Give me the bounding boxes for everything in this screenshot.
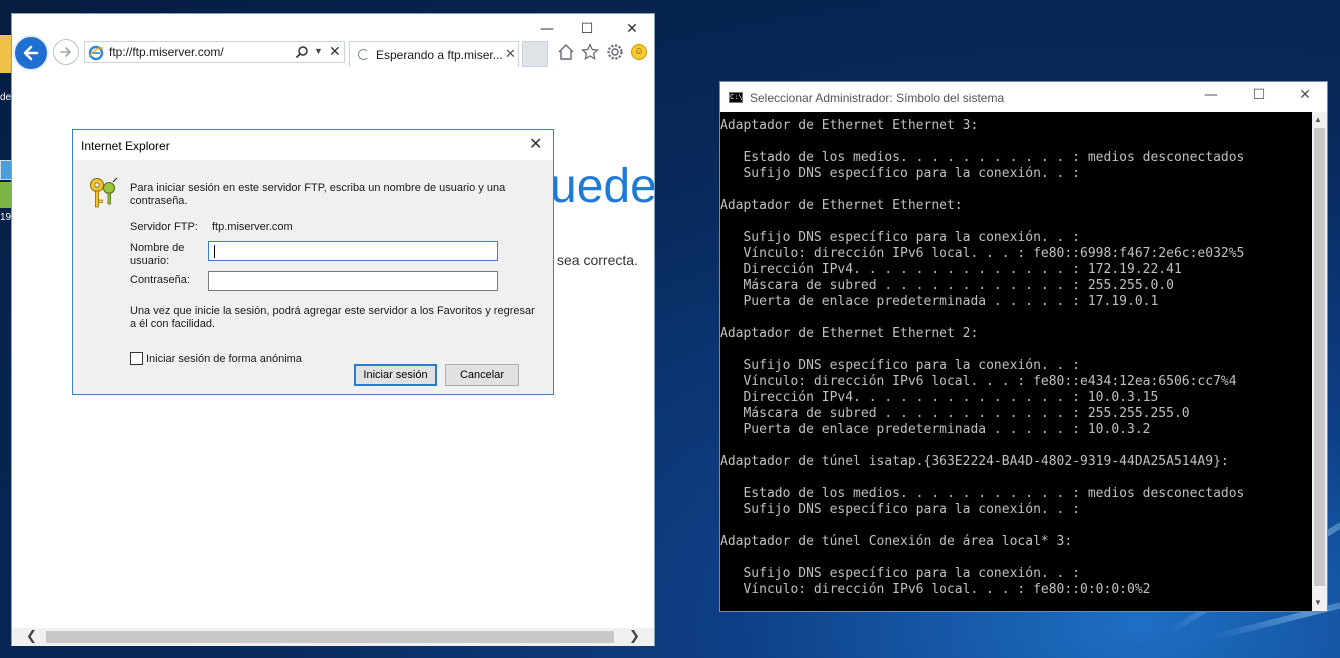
anonymous-login-checkbox[interactable]: [130, 352, 143, 365]
ie-logo-icon: [88, 45, 104, 61]
new-tab-button[interactable]: [522, 41, 548, 67]
settings-gear-icon: [607, 44, 623, 60]
cmd-output-line: Adaptador de túnel isatap.{363E2224-BA4D…: [720, 454, 1229, 469]
cmd-output-line: [720, 182, 1312, 198]
cmd-output-line: [720, 214, 1312, 230]
server-value: ftp.miserver.com: [212, 221, 293, 233]
scrollbar-thumb[interactable]: [46, 631, 614, 643]
text-caret: [214, 245, 215, 258]
cmd-output-line: Sufijo DNS específico para la conexión. …: [720, 566, 1081, 581]
tab-close-button[interactable]: ✕: [505, 46, 516, 62]
cmd-output-line: [720, 342, 1312, 358]
dialog-message: Para iniciar sesión en este servidor FTP…: [130, 182, 506, 207]
cmd-output-line: Sufijo DNS específico para la conexión. …: [720, 230, 1081, 245]
cmd-minimize-button[interactable]: —: [1196, 87, 1226, 103]
horizontal-scrollbar[interactable]: ❮ ❯: [12, 628, 654, 646]
cmd-output-line: [720, 134, 1312, 150]
cmd-output-line: Estado de los medios. . . . . . . . . . …: [720, 150, 1245, 165]
scroll-right-button[interactable]: ❯: [629, 628, 640, 646]
password-label: Contraseña:: [130, 274, 190, 286]
cmd-output-line: [720, 310, 1312, 326]
cmd-title: Seleccionar Administrador: Símbolo del s…: [750, 91, 1005, 105]
cmd-output-line: Adaptador de Ethernet Ethernet 3:: [720, 118, 979, 133]
stop-loading-button[interactable]: ✕: [329, 43, 341, 60]
minimize-button[interactable]: —: [532, 18, 562, 40]
address-url[interactable]: ftp://ftp.miserver.com/: [109, 45, 224, 59]
dialog-title: Internet Explorer: [81, 139, 170, 153]
keys-icon: [90, 177, 118, 208]
home-button[interactable]: [556, 42, 576, 62]
cmd-output-line: Dirección IPv4. . . . . . . . . . . . . …: [720, 262, 1182, 277]
cmd-scrollbar-thumb[interactable]: [1314, 128, 1325, 586]
cmd-output-line: [720, 518, 1312, 534]
cmd-maximize-button[interactable]: ☐: [1244, 87, 1274, 103]
settings-button[interactable]: [605, 42, 625, 62]
favorites-button[interactable]: [580, 42, 600, 62]
scroll-up-button[interactable]: ▲: [1314, 115, 1322, 124]
dialog-close-button[interactable]: ✕: [529, 134, 542, 153]
home-icon: [558, 44, 574, 60]
search-icon[interactable]: [295, 45, 309, 59]
cmd-output-line: Sufijo DNS específico para la conexión. …: [720, 502, 1081, 517]
cmd-output-line: Adaptador de Ethernet Ethernet:: [720, 198, 963, 213]
cmd-output-line: Dirección IPv4. . . . . . . . . . . . . …: [720, 390, 1159, 405]
cmd-output-line: Máscara de subred . . . . . . . . . . . …: [720, 406, 1190, 421]
username-label: Nombre de usuario:: [130, 242, 185, 267]
favorites-star-icon: [581, 43, 599, 61]
cmd-output-line: Adaptador de Ethernet Ethernet 2:: [720, 326, 979, 341]
close-button[interactable]: ✕: [617, 18, 647, 40]
cmd-output-line: Vínculo: dirección IPv6 local. . . : fe8…: [720, 374, 1237, 389]
address-bar[interactable]: ftp://ftp.miserver.com/ ▼ ✕: [84, 41, 345, 63]
page-heading-fragment: uede: [550, 160, 654, 213]
server-label: Servidor FTP:: [130, 221, 198, 233]
scroll-left-button[interactable]: ❮: [26, 628, 37, 646]
feedback-smiley-icon: ☺: [631, 44, 647, 60]
cmd-output-line: [720, 438, 1312, 454]
cmd-vertical-scrollbar[interactable]: ▲ ▼: [1312, 112, 1327, 611]
command-prompt-window: C:\ Seleccionar Administrador: Símbolo d…: [719, 81, 1328, 612]
cmd-titlebar: C:\ Seleccionar Administrador: Símbolo d…: [720, 82, 1327, 112]
cmd-output[interactable]: Adaptador de Ethernet Ethernet 3: Estado…: [720, 118, 1312, 611]
tab-title: Esperando a ftp.miser...: [376, 48, 503, 62]
cmd-output-line: [720, 470, 1312, 486]
cmd-output-line: Adaptador de túnel Conexión de área loca…: [720, 534, 1073, 549]
dialog-titlebar: Internet Explorer ✕: [73, 130, 553, 160]
cmd-close-button[interactable]: ✕: [1290, 87, 1320, 103]
cmd-output-line: Puerta de enlace predeterminada . . . . …: [720, 294, 1159, 309]
forward-arrow-icon: [60, 47, 71, 57]
password-field[interactable]: [208, 271, 498, 291]
username-field[interactable]: [208, 241, 498, 261]
ftp-login-dialog: Internet Explorer ✕ Para iniciar sesión …: [72, 129, 554, 395]
back-arrow-icon: [23, 45, 39, 61]
cmd-output-line: [720, 550, 1312, 566]
maximize-button[interactable]: ☐: [572, 18, 602, 40]
tab-loading[interactable]: Esperando a ftp.miser... ✕: [349, 41, 519, 67]
cmd-output-line: Máscara de subred . . . . . . . . . . . …: [720, 278, 1174, 293]
cmd-output-line: Sufijo DNS específico para la conexión. …: [720, 166, 1081, 181]
cmd-output-line: Puerta de enlace predeterminada . . . . …: [720, 422, 1151, 437]
cancel-button[interactable]: Cancelar: [445, 364, 519, 386]
anonymous-login-label[interactable]: Iniciar sesión de forma anónima: [146, 353, 302, 366]
cmd-output-line: Estado de los medios. . . . . . . . . . …: [720, 486, 1245, 501]
loading-spinner-icon: [358, 49, 369, 60]
page-text-fragment: sea correcta.: [557, 252, 638, 268]
feedback-button[interactable]: ☺: [629, 42, 649, 62]
login-button[interactable]: Iniciar sesión: [354, 364, 437, 386]
forward-button[interactable]: [53, 39, 79, 65]
cmd-output-line: Vínculo: dirección IPv6 local. . . : fe8…: [720, 582, 1151, 597]
cmd-output-line: Sufijo DNS específico para la conexión. …: [720, 358, 1081, 373]
dialog-info-text: Una vez que inicie la sesión, podrá agre…: [130, 305, 535, 330]
chevron-down-icon[interactable]: ▼: [314, 46, 323, 56]
cmd-output-line: Vínculo: dirección IPv6 local. . . : fe8…: [720, 246, 1245, 261]
cmd-app-icon: C:\: [729, 92, 743, 103]
scroll-down-button[interactable]: ▼: [1314, 598, 1322, 607]
back-button[interactable]: [13, 35, 49, 71]
